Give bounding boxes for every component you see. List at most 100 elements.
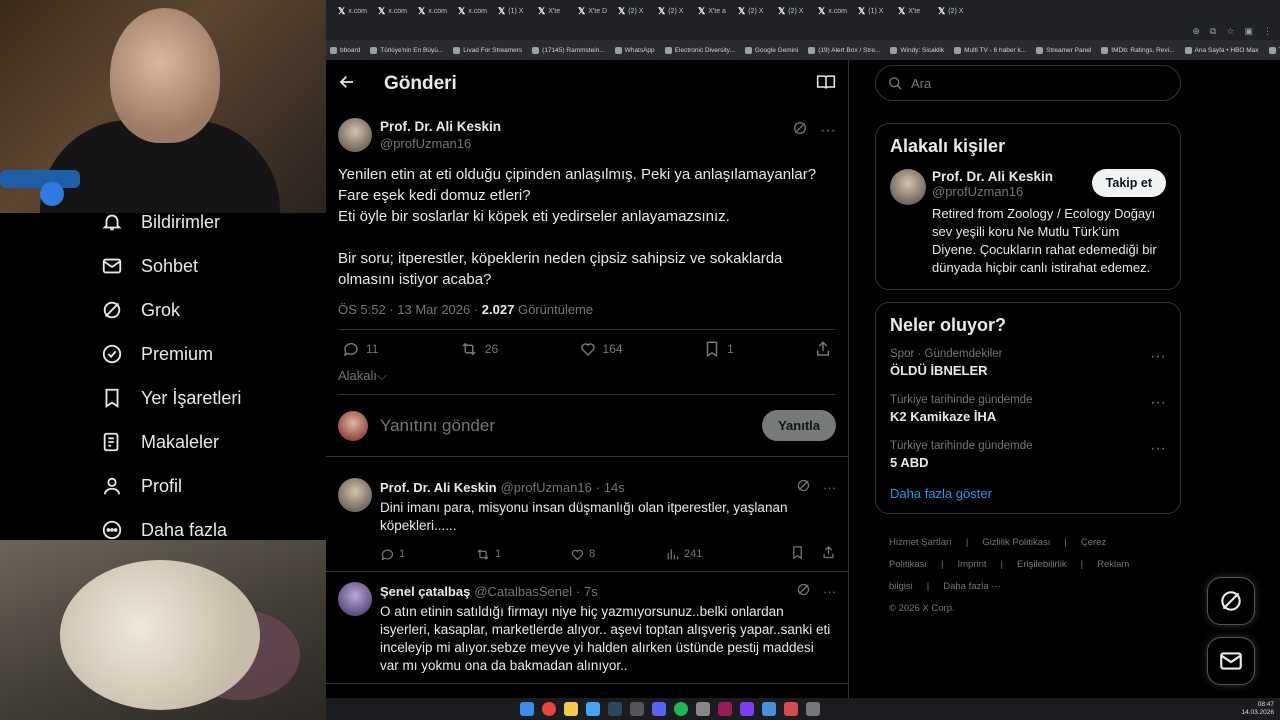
browser-tab[interactable]: 𝕏 X'te a — [694, 2, 732, 20]
system-clock[interactable]: 08:47 14.03.2026 — [1241, 701, 1280, 717]
nav-item-grok[interactable]: Grok — [95, 288, 325, 332]
more-icon[interactable]: ··· — [820, 122, 836, 140]
bookmark-item[interactable]: (19) Alert Box / Stre... — [808, 46, 880, 54]
trend-item[interactable]: Spor · Gündemdekiler ÖLDÜ İBNELER ··· — [890, 348, 1166, 378]
browser-tab[interactable]: 𝕏 (1) X — [854, 2, 892, 20]
reply-age[interactable]: · 14s — [596, 480, 625, 495]
app-icon[interactable] — [696, 702, 710, 716]
grok-icon[interactable] — [792, 120, 808, 141]
avatar[interactable] — [338, 582, 372, 616]
repost-button[interactable]: 1 — [475, 547, 570, 562]
reply-submit-button[interactable]: Yanıtla — [762, 410, 836, 441]
repost-button[interactable]: 26 — [459, 340, 498, 358]
app-icon[interactable] — [806, 702, 820, 716]
messages-fab-button[interactable] — [1207, 637, 1255, 685]
spotify-icon[interactable] — [674, 702, 688, 716]
more-icon[interactable]: ··· — [823, 584, 836, 599]
bookmark-button[interactable]: 1 — [703, 340, 734, 358]
reply-author-name[interactable]: Prof. Dr. Ali Keskin — [380, 480, 497, 495]
more-icon[interactable]: ··· — [1150, 440, 1166, 470]
bookmark-item[interactable]: Ana Sayfa • HBO Max — [1184, 46, 1259, 54]
bookmark-item[interactable]: Multi TV - 6 haber k... — [954, 46, 1026, 54]
app-icon[interactable] — [630, 702, 644, 716]
browser-tab[interactable]: 𝕏 (2) X — [774, 2, 812, 20]
footer-link[interactable]: Daha fazla ··· — [943, 581, 1001, 592]
bookmark-item[interactable]: Electronic Diversity... — [664, 46, 735, 54]
trend-item[interactable]: Türkiye tarihinde gündemde K2 Kamikaze İH… — [890, 394, 1166, 424]
nav-item-articles[interactable]: Makaleler — [95, 420, 325, 464]
browser-tab[interactable]: 𝕏x.com — [814, 2, 852, 20]
browser-tab[interactable]: 𝕏 X'te — [894, 2, 932, 20]
footer-link[interactable]: Erişilebilirlik — [1017, 559, 1067, 570]
reply-button[interactable]: 11 — [342, 340, 378, 358]
app-icon[interactable] — [740, 702, 754, 716]
star-icon[interactable]: ☆ — [1226, 26, 1234, 37]
browser-tab[interactable]: 𝕏 (2) X — [654, 2, 692, 20]
install-icon[interactable]: ⧉ — [1210, 26, 1216, 37]
nav-item-notifications[interactable]: Bildirimler — [95, 200, 325, 244]
trend-item[interactable]: Türkiye tarihinde gündemde 5 ABD ··· — [890, 440, 1166, 470]
extensions-icon[interactable]: ▣ — [1244, 26, 1253, 37]
nav-item-premium[interactable]: Premium — [95, 332, 325, 376]
reply-author-name[interactable]: Şenel çatalbaş — [380, 584, 470, 599]
bookmark-item[interactable]: Tüm Yer İşaretleri — [1268, 46, 1280, 54]
app-icon[interactable] — [762, 702, 776, 716]
browser-tab[interactable]: 𝕏x.com — [334, 2, 372, 20]
relevance-dropdown[interactable]: Alakalı⌵ — [338, 368, 836, 388]
views-button[interactable]: 241 — [665, 547, 760, 562]
browser-tab[interactable]: 𝕏 X'te — [534, 2, 572, 20]
reader-mode-icon[interactable] — [816, 73, 836, 96]
follow-button[interactable]: Takip et — [1091, 169, 1166, 197]
reply-item[interactable]: Prof. Dr. Ali Keskin @profUzman16 · 14s … — [326, 468, 848, 572]
post-time[interactable]: ÖS 5:52 · 13 Mar 2026 · — [338, 302, 482, 317]
folder-icon[interactable] — [564, 702, 578, 716]
avatar[interactable] — [338, 118, 372, 152]
footer-link[interactable]: Hizmet Şartları — [889, 537, 952, 548]
reply-author-handle[interactable]: @CatalbasSenel — [474, 584, 572, 599]
author-handle[interactable]: @profUzman16 — [380, 135, 501, 152]
share-icon[interactable] — [821, 545, 836, 563]
bookmark-icon[interactable] — [790, 545, 805, 563]
bookmark-item[interactable]: Livad For Streamers — [453, 46, 522, 54]
bookmark-item[interactable]: WhatsApp — [614, 46, 655, 54]
app-icon[interactable] — [586, 702, 600, 716]
reply-age[interactable]: · 7s — [576, 584, 598, 599]
browser-tab[interactable]: 𝕏 (2) X — [734, 2, 772, 20]
menu-icon[interactable]: ⋮ — [1263, 26, 1272, 37]
avatar[interactable] — [338, 478, 372, 512]
browser-tab[interactable]: 𝕏x.com — [414, 2, 452, 20]
bookmark-item[interactable]: Google Gemini — [744, 46, 798, 54]
grok-icon[interactable] — [796, 478, 811, 496]
more-icon[interactable]: ··· — [1150, 348, 1166, 378]
reply-input[interactable]: Yanıtını gönder — [380, 416, 495, 436]
footer-link[interactable]: Gizlilik Politikası — [982, 537, 1050, 548]
nav-item-more[interactable]: Daha fazla — [95, 508, 325, 552]
windows-start-icon[interactable] — [520, 702, 534, 716]
bookmark-item[interactable]: bboard — [330, 46, 360, 54]
nav-item-chat[interactable]: Sohbet — [95, 244, 325, 288]
bookmark-item[interactable]: Türkiye'nin En Büyü... — [370, 46, 443, 54]
browser-tab[interactable]: 𝕏x.com — [374, 2, 412, 20]
bookmark-item[interactable]: Windy: Sicaklik — [890, 46, 944, 54]
person-name[interactable]: Prof. Dr. Ali Keskin — [932, 169, 1053, 184]
grok-fab-button[interactable] — [1207, 577, 1255, 625]
app-icon[interactable] — [784, 702, 798, 716]
reply-item[interactable]: Şenel çatalbaş @CatalbasSenel · 7s ··· O… — [326, 572, 848, 684]
more-icon[interactable]: ··· — [1150, 394, 1166, 424]
browser-tab[interactable]: 𝕏 X'te D — [574, 2, 612, 20]
zoom-icon[interactable]: ⊕ — [1192, 26, 1200, 37]
like-button[interactable]: 164 — [579, 340, 623, 358]
bookmark-item[interactable]: (17145) Rammstein... — [532, 46, 605, 54]
browser-tab[interactable]: 𝕏 (2) X — [614, 2, 652, 20]
show-more-link[interactable]: Daha fazla göster — [890, 486, 1166, 501]
person-handle[interactable]: @profUzman16 — [932, 184, 1053, 199]
share-button[interactable] — [814, 340, 832, 358]
avatar[interactable] — [890, 169, 926, 205]
reply-button[interactable]: 1 — [380, 547, 475, 562]
discord-icon[interactable] — [652, 702, 666, 716]
back-arrow-icon[interactable] — [338, 73, 356, 96]
steam-icon[interactable] — [608, 702, 622, 716]
footer-link[interactable]: Imprint — [957, 559, 986, 570]
chrome-icon[interactable] — [542, 702, 556, 716]
nav-item-profile[interactable]: Profil — [95, 464, 325, 508]
